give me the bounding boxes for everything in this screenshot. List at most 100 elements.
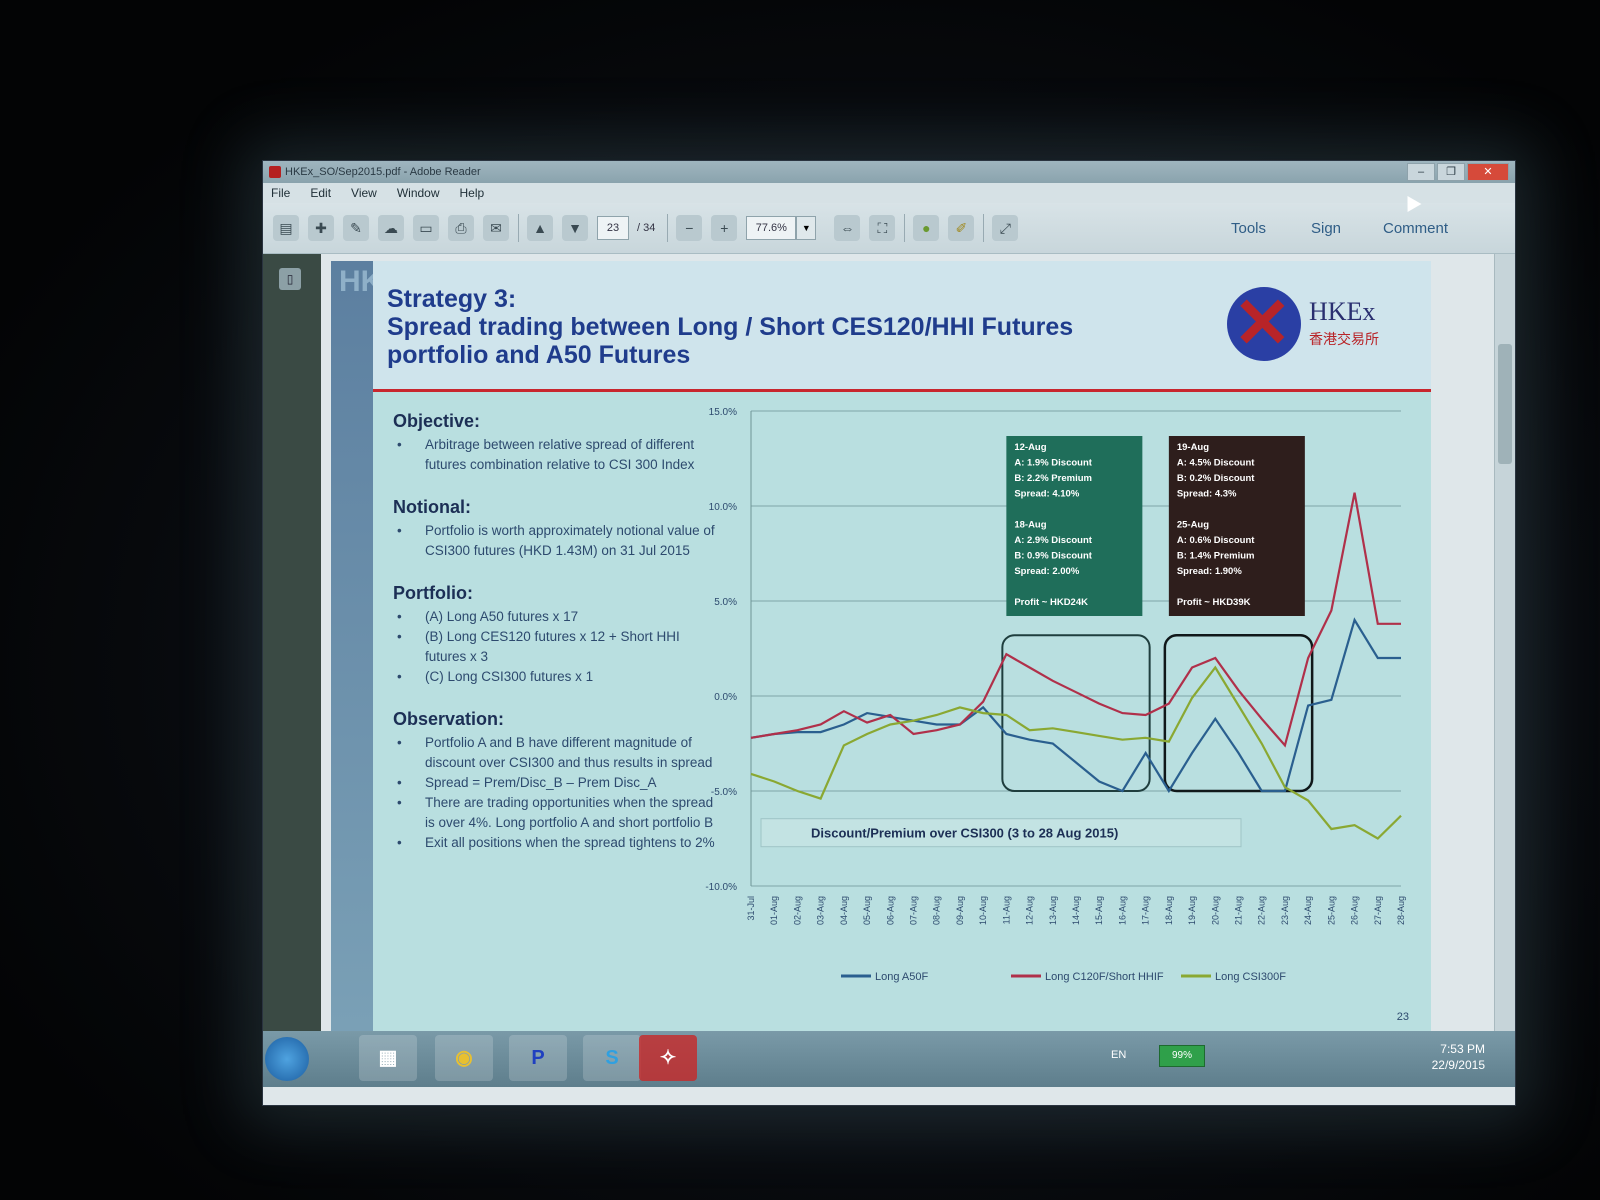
x-tick-label: 28-Aug: [1396, 896, 1406, 925]
close-button[interactable]: ✕: [1467, 163, 1509, 181]
x-tick-label: 31-Jul: [746, 896, 756, 921]
zoom-out-icon[interactable]: −: [676, 215, 703, 241]
menu-window[interactable]: Window: [397, 186, 440, 200]
x-tick-label: 10-Aug: [978, 896, 988, 925]
y-tick-label: 0.0%: [714, 692, 737, 703]
toolbar: ▤ ✚ ✎ ☁ ▭ ⎙ ✉ ▲ ▼ 23 / 34 − + 77.6% ▼ ⇔ …: [263, 203, 1515, 254]
series-line: [750, 617, 1401, 794]
navigation-pane: ▯: [263, 254, 321, 1034]
toolbar-divider: [904, 214, 906, 242]
x-tick-label: 20-Aug: [1210, 896, 1220, 925]
x-tick-label: 27-Aug: [1373, 896, 1383, 925]
zoom-dropdown-icon[interactable]: ▼: [796, 216, 817, 240]
x-tick-label: 24-Aug: [1303, 896, 1313, 925]
title-bar: HKEx_SO/Sep2015.pdf - Adobe Reader – ❐ ✕: [263, 161, 1515, 183]
save-icon[interactable]: ▭: [413, 215, 439, 241]
annotation-text: B: 2.2% Premium: [1014, 473, 1092, 484]
toolbar-divider: [518, 214, 519, 242]
annotation-text: Profit ~ HKD24K: [1014, 597, 1088, 608]
highlight-region-2: [1163, 633, 1314, 793]
x-tick-label: 22-Aug: [1257, 896, 1267, 925]
x-tick-label: 13-Aug: [1048, 896, 1058, 925]
taskbar: ▦ ◉ P S ✧ EN 99% 7:53 PM 22/9/2015: [263, 1031, 1515, 1087]
side-brand-text: HKEX: [339, 267, 422, 297]
fullscreen-icon[interactable]: ⤢: [992, 215, 1019, 241]
clock-date: 22/9/2015: [1431, 1058, 1485, 1072]
p-app-icon[interactable]: P: [509, 1035, 567, 1081]
slide-title-line-3: portfolio and A50 Futures: [387, 341, 691, 369]
x-tick-label: 26-Aug: [1350, 896, 1360, 925]
annotation-text: Spread: 2.00%: [1014, 566, 1079, 577]
annotation-text: 18-Aug: [1014, 520, 1046, 531]
x-tick-label: 21-Aug: [1234, 896, 1244, 925]
zoom-input[interactable]: 77.6%: [746, 216, 797, 240]
language-indicator[interactable]: EN: [1111, 1049, 1126, 1061]
x-tick-label: 17-Aug: [1141, 896, 1151, 925]
annotation-text: Profit ~ HKD39K: [1177, 597, 1251, 608]
annotation-text: B: 0.2% Discount: [1177, 473, 1255, 484]
x-tick-label: 23-Aug: [1280, 896, 1290, 925]
menu-edit[interactable]: Edit: [310, 186, 331, 200]
fit-width-icon[interactable]: ⇔: [834, 215, 861, 241]
menu-view[interactable]: View: [351, 186, 377, 200]
y-tick-label: -10.0%: [705, 882, 737, 893]
x-tick-label: 11-Aug: [1001, 896, 1011, 924]
slide-page-number: 23: [1396, 1011, 1409, 1023]
fit-page-icon[interactable]: ⛶: [869, 215, 896, 241]
side-stripe: HKEX: [331, 261, 422, 1031]
tools-link[interactable]: Tools: [1231, 220, 1266, 237]
system-clock[interactable]: 7:53 PM 22/9/2015: [1432, 1041, 1485, 1073]
x-tick-label: 06-Aug: [885, 896, 895, 925]
open-icon[interactable]: ▤: [273, 215, 299, 241]
logo-x-mark: ✕: [1233, 284, 1292, 362]
skype-icon[interactable]: S: [583, 1035, 641, 1081]
edit-icon[interactable]: ✎: [343, 215, 369, 241]
zoom-in-icon[interactable]: +: [711, 215, 738, 241]
slide-title-line-2: Spread trading between Long / Short CES1…: [387, 313, 1074, 341]
legend-label: Long CSI300F: [1215, 971, 1286, 983]
battery-indicator[interactable]: 99%: [1159, 1045, 1205, 1067]
menu-file[interactable]: File: [271, 186, 290, 200]
scrollbar-thumb[interactable]: [1498, 344, 1512, 464]
start-button-icon[interactable]: [265, 1037, 309, 1081]
highlight-icon[interactable]: ✐: [948, 215, 975, 241]
vertical-scrollbar[interactable]: [1494, 254, 1515, 1034]
x-tick-label: 16-Aug: [1117, 896, 1127, 925]
annotation-text: A: 0.6% Discount: [1177, 535, 1255, 546]
x-tick-label: 18-Aug: [1164, 896, 1174, 925]
menu-bar: File Edit View Window Help: [263, 183, 1515, 203]
x-tick-label: 08-Aug: [932, 896, 942, 925]
page-number-input[interactable]: 23: [597, 216, 629, 240]
annotation-text: 25-Aug: [1177, 520, 1209, 531]
create-icon[interactable]: ✚: [308, 215, 334, 241]
comment-link[interactable]: Comment: [1383, 220, 1448, 237]
toolbar-divider: [983, 214, 985, 242]
minimize-button[interactable]: –: [1407, 163, 1435, 181]
pages-panel-icon[interactable]: ▯: [279, 268, 301, 290]
window-title: HKEx_SO/Sep2015.pdf - Adobe Reader: [285, 166, 481, 178]
annotation-text: Spread: 4.10%: [1014, 489, 1079, 500]
acrobat-icon[interactable]: ✧: [639, 1035, 697, 1081]
x-tick-label: 01-Aug: [769, 896, 779, 925]
logo-chinese-text: 香港交易所: [1309, 331, 1379, 347]
previous-page-icon[interactable]: ▲: [527, 215, 553, 241]
comment-bubble-icon[interactable]: ●: [913, 215, 940, 241]
window-controls: – ❐ ✕: [1407, 163, 1509, 181]
explorer-icon[interactable]: ▦: [359, 1035, 417, 1081]
annotation-text: B: 0.9% Discount: [1014, 551, 1092, 562]
x-tick-label: 02-Aug: [792, 896, 802, 925]
next-page-icon[interactable]: ▼: [562, 215, 588, 241]
email-icon[interactable]: ✉: [483, 215, 509, 241]
sign-link[interactable]: Sign: [1311, 220, 1341, 237]
chart-title: Discount/Premium over CSI300 (3 to 28 Au…: [811, 826, 1118, 841]
annotation-text: 12-Aug: [1014, 442, 1046, 453]
logo-text: HKEx: [1309, 297, 1376, 326]
legend-label: Long A50F: [875, 971, 928, 983]
maximize-button[interactable]: ❐: [1437, 163, 1465, 181]
menu-help[interactable]: Help: [460, 186, 485, 200]
print-icon[interactable]: ⎙: [448, 215, 474, 241]
annotation-text: Spread: 4.3%: [1177, 489, 1237, 500]
y-tick-label: 5.0%: [714, 597, 737, 608]
chrome-icon[interactable]: ◉: [435, 1035, 493, 1081]
cloud-icon[interactable]: ☁: [378, 215, 404, 241]
